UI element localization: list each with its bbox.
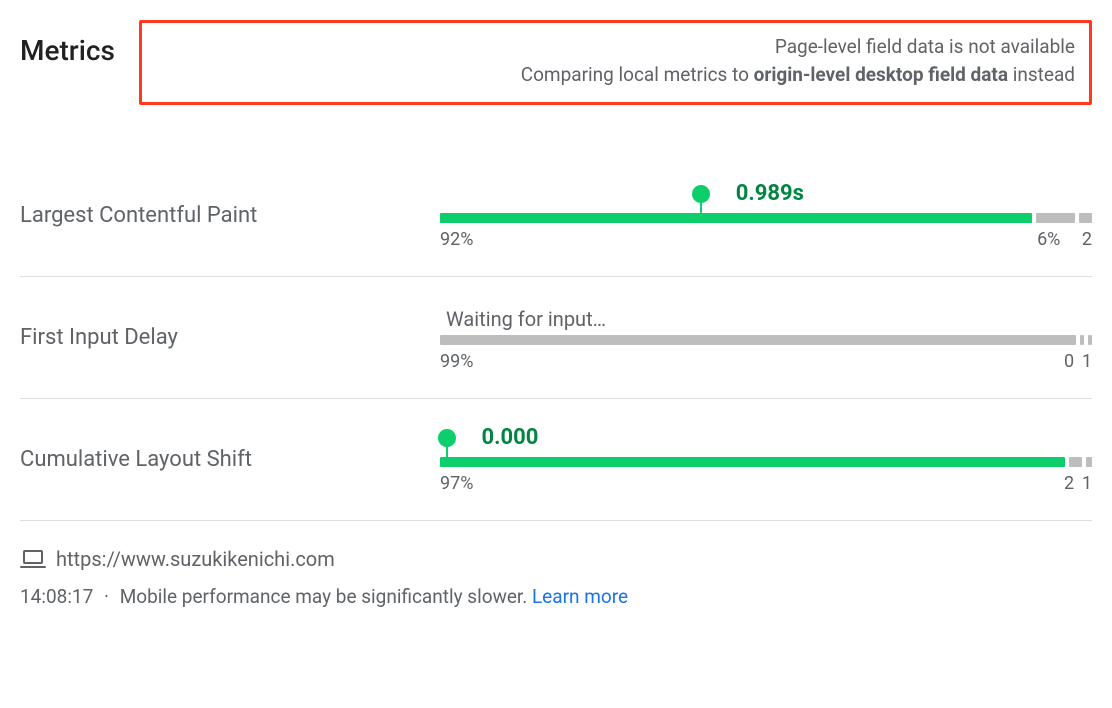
seg-bad-label: 1 xyxy=(1078,473,1092,494)
distribution-bar-fid xyxy=(440,335,1092,345)
notice-callout: Page-level field data is not available C… xyxy=(139,20,1092,105)
seg-bad xyxy=(1088,335,1092,345)
marker-dot-icon xyxy=(438,429,456,447)
notice-line-2: Comparing local metrics to origin-level … xyxy=(156,61,1075,89)
footer-separator: · xyxy=(104,585,109,608)
page-title: Metrics xyxy=(20,20,115,67)
metric-value-cls: 0.000 xyxy=(482,425,539,450)
metric-row-lcp: Largest Contentful Paint 0.989s 92% 6% 2 xyxy=(20,155,1092,277)
metric-name-fid: First Input Delay xyxy=(20,303,440,350)
footer: https://www.suzukikenichi.com 14:08:17 ·… xyxy=(20,547,1092,608)
seg-bad xyxy=(1086,457,1092,467)
notice-line-2-bold: origin-level desktop field data xyxy=(754,63,1008,86)
footer-url: https://www.suzukikenichi.com xyxy=(56,547,335,571)
footer-mobile-note: Mobile performance may be significantly … xyxy=(120,585,528,608)
notice-line-1: Page-level field data is not available xyxy=(156,33,1075,61)
notice-line-2-suffix: instead xyxy=(1008,63,1075,86)
metric-value-lcp: 0.989s xyxy=(736,181,804,206)
metric-chart-fid: Waiting for input… 99% 0 1 xyxy=(440,303,1092,372)
seg-mid xyxy=(1069,457,1082,467)
marker-dot-icon xyxy=(692,185,710,203)
metric-name-cls: Cumulative Layout Shift xyxy=(20,425,440,472)
learn-more-link[interactable]: Learn more xyxy=(532,585,628,608)
seg-bad xyxy=(1079,213,1092,223)
seg-mid xyxy=(1080,335,1084,345)
seg-good-label: 97% xyxy=(440,473,1064,494)
seg-good-label: 92% xyxy=(440,229,1037,250)
seg-bad-label: 1 xyxy=(1078,351,1092,372)
seg-bad-label: 2 xyxy=(1076,229,1092,250)
metric-row-fid: First Input Delay Waiting for input… 99%… xyxy=(20,277,1092,399)
metric-marker-lcp: 0.989s xyxy=(701,181,804,206)
metric-name-lcp: Largest Contentful Paint xyxy=(20,181,440,228)
notice-line-2-prefix: Comparing local metrics to xyxy=(521,63,754,86)
seg-mid-label: 6% xyxy=(1037,229,1076,250)
metric-row-cls: Cumulative Layout Shift 0.000 97% 2 1 xyxy=(20,399,1092,521)
seg-mid-label: 2 xyxy=(1064,473,1078,494)
seg-mid xyxy=(1036,213,1075,223)
metric-chart-cls: 0.000 97% 2 1 xyxy=(440,425,1092,494)
metric-status-fid: Waiting for input… xyxy=(440,303,1092,331)
seg-good xyxy=(440,335,1076,345)
footer-time: 14:08:17 xyxy=(20,585,93,608)
distribution-bar-lcp xyxy=(440,213,1092,223)
seg-good xyxy=(440,457,1065,467)
distribution-bar-cls xyxy=(440,457,1092,467)
seg-mid-label: 0 xyxy=(1064,351,1078,372)
seg-good-label: 99% xyxy=(440,351,1064,372)
seg-good xyxy=(440,213,1032,223)
metric-marker-cls: 0.000 xyxy=(447,425,539,450)
metric-chart-lcp: 0.989s 92% 6% 2 xyxy=(440,181,1092,250)
laptop-icon xyxy=(20,550,46,568)
